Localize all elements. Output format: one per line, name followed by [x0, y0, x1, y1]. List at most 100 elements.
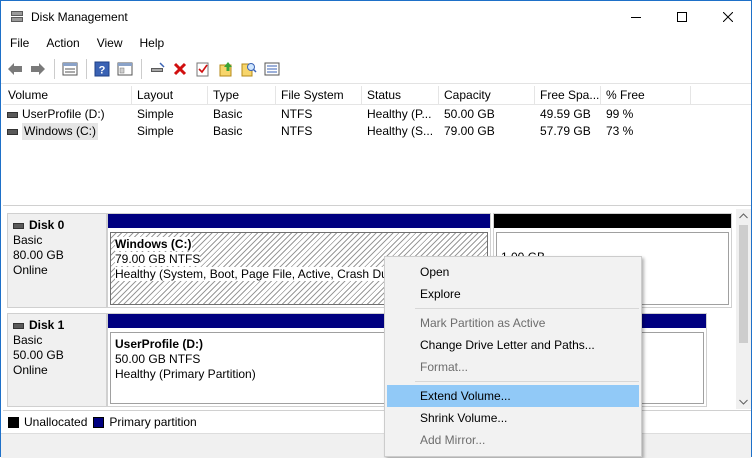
menu-bar: File Action View Help	[1, 32, 751, 54]
maximize-button[interactable]	[659, 1, 705, 32]
context-menu: Open Explore Mark Partition as Active Ch…	[384, 256, 642, 457]
properties-icon	[62, 62, 77, 75]
percent-free-cell: 99 %	[606, 107, 634, 121]
console-icon	[117, 62, 132, 75]
partition-status: Healthy (System, Boot, Page File, Active…	[115, 267, 398, 281]
check-button[interactable]	[192, 58, 213, 80]
title-bar[interactable]: Disk Management	[1, 1, 751, 32]
menu-help[interactable]: Help	[131, 36, 173, 50]
legend-unallocated: Unallocated	[24, 415, 88, 429]
unallocated-bar	[494, 214, 731, 228]
partition-size: 79.00 GB NTFS	[115, 252, 201, 266]
disk-0-info[interactable]: Disk 0 Basic 80.00 GB Online	[7, 213, 107, 308]
disk-0-size: 80.00 GB	[13, 248, 64, 262]
delete-button[interactable]	[169, 58, 190, 80]
menu-item-shrink-volume[interactable]: Shrink Volume...	[387, 407, 639, 429]
table-row[interactable]: Windows (C:) Simple Basic NTFS Healthy (…	[3, 123, 751, 140]
up-button[interactable]	[215, 58, 236, 80]
volume-cell: Windows (C:)	[3, 123, 132, 140]
type-cell: Basic	[213, 107, 243, 121]
minimize-icon	[631, 16, 641, 18]
console-button[interactable]	[114, 58, 135, 80]
free-space-cell: 49.59 GB	[540, 107, 591, 121]
volume-drive-icon	[7, 111, 18, 118]
close-icon	[723, 11, 733, 22]
forward-icon	[30, 62, 45, 75]
toolbar-separator	[86, 58, 87, 79]
check-icon	[196, 62, 208, 76]
table-row[interactable]: UserProfile (D:) Simple Basic NTFS Healt…	[3, 106, 751, 123]
vertical-scrollbar[interactable]	[736, 209, 751, 409]
column-file-system[interactable]: File System	[276, 86, 362, 105]
column-percent-free[interactable]: % Free	[601, 86, 691, 105]
column-free-space[interactable]: Free Spa...	[535, 86, 601, 105]
column-status[interactable]: Status	[362, 86, 439, 105]
menu-item-add-mirror[interactable]: Add Mirror...	[387, 429, 639, 451]
close-button[interactable]	[705, 1, 751, 32]
column-type[interactable]: Type	[208, 86, 276, 105]
capacity-cell: 50.00 GB	[444, 107, 495, 121]
back-icon	[7, 62, 22, 75]
disk-0-name: Disk 0	[29, 218, 65, 232]
toolbar: ?	[1, 54, 751, 84]
menu-file[interactable]: File	[1, 36, 37, 50]
status-cell: Healthy (P...	[367, 107, 432, 121]
list-icon	[264, 62, 279, 75]
minimize-button[interactable]	[613, 1, 659, 32]
menu-action[interactable]: Action	[37, 36, 87, 50]
menu-item-explore[interactable]: Explore	[387, 283, 639, 305]
menu-separator	[415, 308, 639, 309]
connect-icon	[150, 61, 165, 72]
window-title: Disk Management	[31, 10, 128, 24]
volume-name: UserProfile (D:)	[22, 107, 105, 121]
volume-list-header: Volume Layout Type File System Status Ca…	[3, 86, 751, 105]
properties-button[interactable]	[59, 58, 80, 80]
menu-item-open[interactable]: Open	[387, 261, 639, 283]
menu-item-extend-volume[interactable]: Extend Volume...	[387, 385, 639, 407]
disk-management-app-icon	[11, 11, 23, 22]
scrollbar-thumb[interactable]	[739, 225, 748, 343]
toolbar-separator	[54, 58, 55, 79]
disk-0-label: Disk 0	[13, 218, 106, 233]
back-button[interactable]	[4, 58, 25, 80]
file-system-cell: NTFS	[281, 107, 313, 121]
disk-1-state: Online	[13, 363, 48, 377]
disk-1-label: Disk 1	[13, 318, 106, 333]
help-button[interactable]: ?	[91, 58, 112, 80]
menu-item-change-drive-letter[interactable]: Change Drive Letter and Paths...	[387, 334, 639, 356]
free-space-cell: 57.79 GB	[540, 124, 591, 138]
disk-0-type: Basic	[13, 233, 43, 247]
connect-button[interactable]	[146, 58, 167, 80]
disk-1-info[interactable]: Disk 1 Basic 50.00 GB Online	[7, 313, 107, 407]
volume-drive-icon	[7, 128, 18, 135]
primary-partition-bar	[108, 214, 490, 228]
volume-list: Volume Layout Type File System Status Ca…	[3, 86, 751, 206]
capacity-cell: 79.00 GB	[444, 124, 495, 138]
up-arrow-icon	[219, 61, 232, 76]
volume-cell: UserProfile (D:)	[3, 106, 132, 123]
delete-icon	[173, 62, 186, 75]
menu-separator	[415, 381, 639, 382]
disk-icon	[13, 322, 24, 329]
toolbar-separator	[141, 58, 142, 79]
partition-title: Windows (C:)	[115, 237, 192, 251]
column-capacity[interactable]: Capacity	[439, 86, 535, 105]
column-layout[interactable]: Layout	[132, 86, 208, 105]
search-icon	[241, 62, 257, 76]
menu-item-format[interactable]: Format...	[387, 356, 639, 378]
column-volume[interactable]: Volume	[3, 86, 132, 105]
type-cell: Basic	[213, 124, 243, 138]
disk-1-type: Basic	[13, 333, 43, 347]
scroll-up-icon[interactable]	[739, 213, 748, 219]
unallocated-swatch	[8, 416, 19, 428]
menu-view[interactable]: View	[88, 36, 131, 50]
scroll-down-icon[interactable]	[739, 399, 748, 405]
list-button[interactable]	[261, 58, 282, 80]
layout-cell: Simple	[137, 107, 174, 121]
forward-button[interactable]	[27, 58, 48, 80]
search-button[interactable]	[238, 58, 259, 80]
volume-name: Windows (C:)	[22, 123, 99, 140]
legend-primary: Primary partition	[109, 415, 197, 429]
menu-item-mark-active[interactable]: Mark Partition as Active	[387, 312, 639, 334]
help-icon: ?	[94, 61, 109, 76]
